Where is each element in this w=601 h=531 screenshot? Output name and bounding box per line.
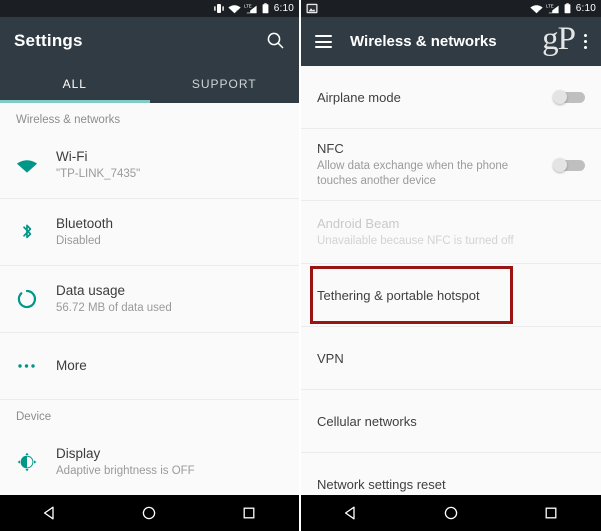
nfc-toggle[interactable] xyxy=(551,157,585,172)
left-settings-list[interactable]: Wireless & networks Wi-Fi "TP-LINK_7435"… xyxy=(0,103,299,495)
left-status-bar: x LTE 6:10 xyxy=(0,0,299,17)
row-title: Bluetooth xyxy=(56,215,114,231)
row-title: NFC xyxy=(317,141,344,156)
settings-row-network-settings-reset[interactable]: Network settings reset xyxy=(301,453,601,495)
status-bar-clock: 6:10 xyxy=(273,3,294,14)
row-title: VPN xyxy=(317,350,344,366)
settings-row-text: Cellular networks xyxy=(317,413,585,430)
row-title: Data usage xyxy=(56,282,126,298)
settings-row-data-usage[interactable]: Data usage 56.72 MB of data used xyxy=(0,266,299,333)
right-status-bar: x LTE 6:10 xyxy=(301,0,601,17)
right-phone-screen: x LTE 6:10 Wireless & networks gP Airpla… xyxy=(299,0,601,531)
svg-text:x: x xyxy=(236,9,239,14)
settings-row-bluetooth[interactable]: Bluetooth Disabled xyxy=(0,199,299,266)
row-title: Display xyxy=(56,445,101,461)
settings-row-cellular-networks[interactable]: Cellular networks xyxy=(301,390,601,453)
dual-phone-screenshot: x LTE 6:10 Settings ALL SUPPORT Wireless… xyxy=(0,0,601,531)
row-title: Airplane mode xyxy=(317,89,401,105)
settings-row-text: Tethering & portable hotspot xyxy=(317,287,585,304)
right-settings-list[interactable]: Airplane mode NFC Allow data exchange wh… xyxy=(301,66,601,495)
row-subtitle: Allow data exchange when the phone touch… xyxy=(317,160,509,187)
bluetooth-icon xyxy=(16,221,56,243)
row-subtitle: Adaptive brightness is OFF xyxy=(56,464,195,477)
screenshot-icon xyxy=(306,3,318,14)
search-icon[interactable] xyxy=(266,31,285,50)
settings-row-tethering-hotspot[interactable]: Tethering & portable hotspot xyxy=(301,264,601,327)
wifi-icon xyxy=(16,155,56,175)
overflow-menu-icon[interactable] xyxy=(583,34,587,49)
left-phone-screen: x LTE 6:10 Settings ALL SUPPORT Wireless… xyxy=(0,0,299,531)
airplane-mode-toggle[interactable] xyxy=(551,90,585,104)
settings-row-more[interactable]: More xyxy=(0,333,299,400)
back-icon[interactable] xyxy=(30,495,70,531)
settings-row-wifi[interactable]: Wi-Fi "TP-LINK_7435" xyxy=(0,132,299,199)
page-title: Settings xyxy=(14,30,83,50)
settings-row-vpn[interactable]: VPN xyxy=(301,327,601,390)
lte-signal-icon: LTE xyxy=(244,3,259,14)
row-title: Android Beam xyxy=(317,216,400,231)
wifi-no-internet-icon: x xyxy=(228,3,241,14)
more-dots-icon xyxy=(16,362,56,370)
svg-text:LTE: LTE xyxy=(546,4,554,9)
back-icon[interactable] xyxy=(331,495,371,531)
tab-all[interactable]: ALL xyxy=(0,64,150,103)
settings-row-text: VPN xyxy=(317,350,585,367)
settings-row-text: NFC Allow data exchange when the phone t… xyxy=(317,140,541,189)
row-title: Cellular networks xyxy=(317,413,417,429)
svg-text:LTE: LTE xyxy=(244,4,252,9)
settings-row-text: Wi-Fi "TP-LINK_7435" xyxy=(56,149,283,182)
left-app-bar: Settings xyxy=(0,17,299,64)
page-title: Wireless & networks xyxy=(350,33,497,50)
section-header-device: Device xyxy=(16,411,52,423)
status-bar-right: x LTE 6:10 xyxy=(530,3,596,14)
toggle-knob xyxy=(553,90,567,104)
row-subtitle: Unavailable because NFC is turned off xyxy=(317,235,514,247)
row-subtitle: "TP-LINK_7435" xyxy=(56,167,141,180)
wifi-no-internet-icon: x xyxy=(530,3,543,14)
section-header-wireless: Wireless & networks xyxy=(16,114,121,126)
settings-row-text: More xyxy=(56,358,283,374)
settings-row-android-beam: Android Beam Unavailable because NFC is … xyxy=(301,201,601,264)
status-bar-right: x LTE 6:10 xyxy=(213,3,294,14)
settings-row-text: Airplane mode xyxy=(317,89,541,106)
row-title: More xyxy=(56,358,87,373)
vibrate-icon xyxy=(213,3,225,14)
home-icon[interactable] xyxy=(431,495,471,531)
right-app-bar: Wireless & networks gP xyxy=(301,17,601,66)
row-title: Network settings reset xyxy=(317,476,446,492)
row-subtitle: 56.72 MB of data used xyxy=(56,301,172,314)
row-subtitle: Disabled xyxy=(56,234,101,247)
hamburger-icon[interactable] xyxy=(315,35,332,48)
settings-row-airplane-mode[interactable]: Airplane mode xyxy=(301,66,601,129)
settings-row-text: Network settings reset xyxy=(317,476,585,493)
settings-row-text: Data usage 56.72 MB of data used xyxy=(56,283,283,316)
brightness-icon xyxy=(16,451,56,473)
battery-icon xyxy=(262,3,269,14)
settings-tabs: ALL SUPPORT xyxy=(0,64,299,103)
data-usage-icon xyxy=(16,288,56,310)
settings-row-text: Bluetooth Disabled xyxy=(56,216,283,249)
settings-row-nfc[interactable]: NFC Allow data exchange when the phone t… xyxy=(301,129,601,201)
recents-icon[interactable] xyxy=(229,495,269,531)
recents-icon[interactable] xyxy=(531,495,571,531)
settings-row-display[interactable]: Display Adaptive brightness is OFF xyxy=(0,429,299,495)
tab-support[interactable]: SUPPORT xyxy=(150,64,300,103)
left-navigation-bar xyxy=(0,495,299,531)
status-bar-clock: 6:10 xyxy=(575,3,596,14)
status-bar-left xyxy=(306,3,530,14)
row-title: Wi-Fi xyxy=(56,148,88,164)
home-icon[interactable] xyxy=(129,495,169,531)
settings-row-text: Android Beam Unavailable because NFC is … xyxy=(317,215,585,249)
settings-row-text: Display Adaptive brightness is OFF xyxy=(56,446,283,479)
lte-signal-icon: LTE xyxy=(546,3,561,14)
battery-icon xyxy=(564,3,571,14)
toggle-knob xyxy=(553,157,567,172)
right-navigation-bar xyxy=(301,495,601,531)
row-title: Tethering & portable hotspot xyxy=(317,287,480,303)
svg-text:x: x xyxy=(538,9,541,14)
